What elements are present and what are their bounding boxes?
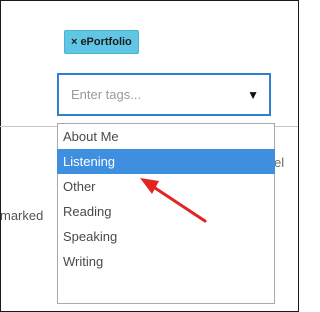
dropdown-item-about-me[interactable]: About Me (58, 124, 274, 149)
chevron-down-icon[interactable]: ▼ (247, 88, 259, 102)
tag-label: ePortfolio (80, 36, 132, 48)
dropdown-item-writing[interactable]: Writing (58, 249, 274, 274)
tag-chip-eportfolio: × ePortfolio (64, 30, 139, 54)
dropdown-item-speaking[interactable]: Speaking (58, 224, 274, 249)
dropdown-item-other[interactable]: Other (58, 174, 274, 199)
dropdown-item-reading[interactable]: Reading (58, 199, 274, 224)
background-text-fragment: marked (0, 208, 44, 223)
dropdown-item-listening[interactable]: Listening (57, 149, 275, 174)
tags-dropdown-menu: About Me Listening Other Reading Speakin… (57, 123, 275, 304)
tags-input[interactable]: Enter tags... ▼ (57, 73, 271, 116)
tags-input-placeholder: Enter tags... (71, 87, 142, 102)
close-icon[interactable]: × (71, 36, 77, 48)
background-text-fragment: el (274, 155, 285, 170)
